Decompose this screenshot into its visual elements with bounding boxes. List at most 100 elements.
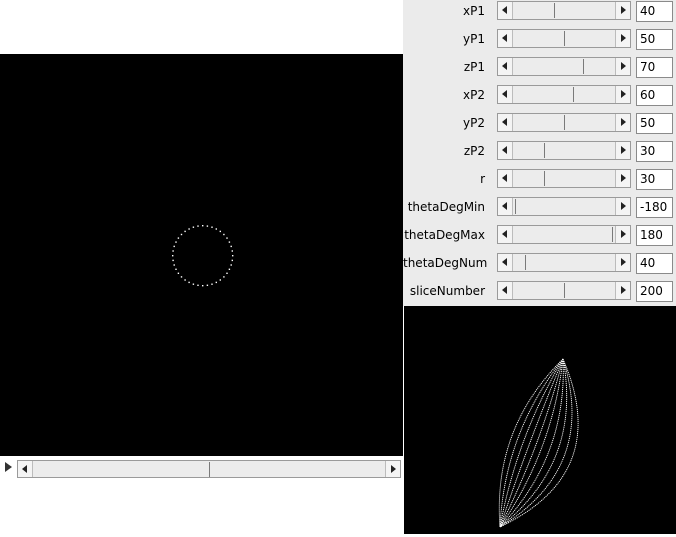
slider-increment-button[interactable] xyxy=(615,114,630,131)
param-row-zp1: zP1 70 xyxy=(403,56,676,84)
param-slider[interactable] xyxy=(497,57,631,76)
slider-decrement-button[interactable] xyxy=(498,282,513,299)
param-slider[interactable] xyxy=(497,1,631,20)
slider-increment-button[interactable] xyxy=(615,254,630,271)
param-value-field[interactable]: 40 xyxy=(636,253,673,274)
slice-canvas xyxy=(172,225,234,287)
slider-track[interactable] xyxy=(513,30,615,47)
slice-point xyxy=(226,272,228,274)
slider-decrement-button[interactable] xyxy=(498,30,513,47)
slider-track[interactable] xyxy=(513,114,615,131)
slice-scrollbar[interactable] xyxy=(17,460,401,478)
slice-point xyxy=(172,259,174,262)
scroll-left-button[interactable] xyxy=(18,461,33,477)
param-slider[interactable] xyxy=(497,85,631,104)
arrow-left-icon xyxy=(22,465,27,473)
slider-increment-button[interactable] xyxy=(615,170,630,187)
param-label: yP1 xyxy=(463,32,485,46)
slider-track[interactable] xyxy=(513,170,615,187)
param-row-xp2: xP2 60 xyxy=(403,84,676,112)
slider-track[interactable] xyxy=(513,142,615,159)
slider-thumb[interactable] xyxy=(515,199,516,214)
param-slider[interactable] xyxy=(497,141,631,160)
parameter-panel: xP1 40 yP1 50 zP1 70 xP2 60 yP2 50 zP2 30 r 30 thetaDe… xyxy=(403,0,676,306)
slider-thumb[interactable] xyxy=(525,255,526,270)
slice-scroll-thumb[interactable] xyxy=(209,462,210,477)
slider-track[interactable] xyxy=(513,282,615,299)
param-value-field[interactable]: 30 xyxy=(636,141,673,162)
slider-track[interactable] xyxy=(513,226,615,243)
param-label: thetaDegMin xyxy=(407,200,485,214)
slider-increment-button[interactable] xyxy=(615,142,630,159)
slider-decrement-button[interactable] xyxy=(498,170,513,187)
param-value-field[interactable]: 60 xyxy=(636,85,673,106)
param-value-field[interactable]: 200 xyxy=(636,281,673,302)
slider-thumb[interactable] xyxy=(564,31,565,46)
slider-increment-button[interactable] xyxy=(615,58,630,75)
slider-track[interactable] xyxy=(513,86,615,103)
slice-point xyxy=(215,281,217,284)
slider-increment-button[interactable] xyxy=(615,198,630,215)
param-value-field[interactable]: -180 xyxy=(636,197,673,218)
slider-thumb[interactable] xyxy=(564,115,565,130)
param-slider[interactable] xyxy=(497,29,631,48)
slider-increment-button[interactable] xyxy=(615,30,630,47)
slice-view[interactable] xyxy=(0,54,403,456)
param-slider[interactable] xyxy=(497,169,631,188)
slider-decrement-button[interactable] xyxy=(498,226,513,243)
param-value-field[interactable]: 70 xyxy=(636,57,673,78)
slice-point xyxy=(228,241,231,243)
slider-decrement-button[interactable] xyxy=(498,114,513,131)
param-row-yp1: yP1 50 xyxy=(403,28,676,56)
slider-thumb[interactable] xyxy=(544,171,545,186)
slider-decrement-button[interactable] xyxy=(498,254,513,271)
param-value-field[interactable]: 30 xyxy=(636,169,673,190)
param-value-field[interactable]: 40 xyxy=(636,1,673,22)
arrow-left-icon xyxy=(502,286,507,294)
slice-point xyxy=(206,225,209,227)
projection-curve xyxy=(499,358,579,528)
param-value-field[interactable]: 50 xyxy=(636,113,673,134)
slider-increment-button[interactable] xyxy=(615,2,630,19)
arrow-right-icon xyxy=(621,118,626,126)
slider-increment-button[interactable] xyxy=(615,282,630,299)
scroll-right-button[interactable] xyxy=(385,461,400,477)
param-slider[interactable] xyxy=(497,225,631,244)
slider-thumb[interactable] xyxy=(612,227,613,242)
arrow-left-icon xyxy=(502,6,507,14)
param-slider[interactable] xyxy=(497,113,631,132)
slice-point xyxy=(230,264,232,266)
param-label: zP1 xyxy=(463,60,485,74)
arrow-right-icon xyxy=(621,174,626,182)
slider-thumb[interactable] xyxy=(544,143,545,158)
slider-thumb[interactable] xyxy=(564,283,565,298)
slice-point xyxy=(231,259,233,262)
arrow-left-icon xyxy=(502,34,507,42)
slider-thumb[interactable] xyxy=(573,87,574,102)
slice-point xyxy=(211,283,213,285)
slider-thumb[interactable] xyxy=(583,59,584,74)
slider-decrement-button[interactable] xyxy=(498,2,513,19)
slider-decrement-button[interactable] xyxy=(498,86,513,103)
slider-decrement-button[interactable] xyxy=(498,142,513,159)
projection-view[interactable] xyxy=(404,306,676,534)
slider-decrement-button[interactable] xyxy=(498,198,513,215)
param-slider[interactable] xyxy=(497,281,631,300)
slider-thumb[interactable] xyxy=(554,3,555,18)
slice-scroll-track[interactable] xyxy=(33,461,385,478)
slice-point xyxy=(232,255,234,257)
slider-increment-button[interactable] xyxy=(615,86,630,103)
slider-track[interactable] xyxy=(513,58,615,75)
param-slider[interactable] xyxy=(497,197,631,216)
slice-point xyxy=(197,225,199,227)
slice-point xyxy=(226,237,228,239)
param-value-field[interactable]: 50 xyxy=(636,29,673,50)
slider-increment-button[interactable] xyxy=(615,226,630,243)
slider-track[interactable] xyxy=(513,254,615,271)
param-value-field[interactable]: 180 xyxy=(636,225,673,246)
param-slider[interactable] xyxy=(497,253,631,272)
play-icon[interactable] xyxy=(5,462,12,472)
slider-decrement-button[interactable] xyxy=(498,58,513,75)
slider-track[interactable] xyxy=(513,2,615,19)
slider-track[interactable] xyxy=(513,198,615,215)
